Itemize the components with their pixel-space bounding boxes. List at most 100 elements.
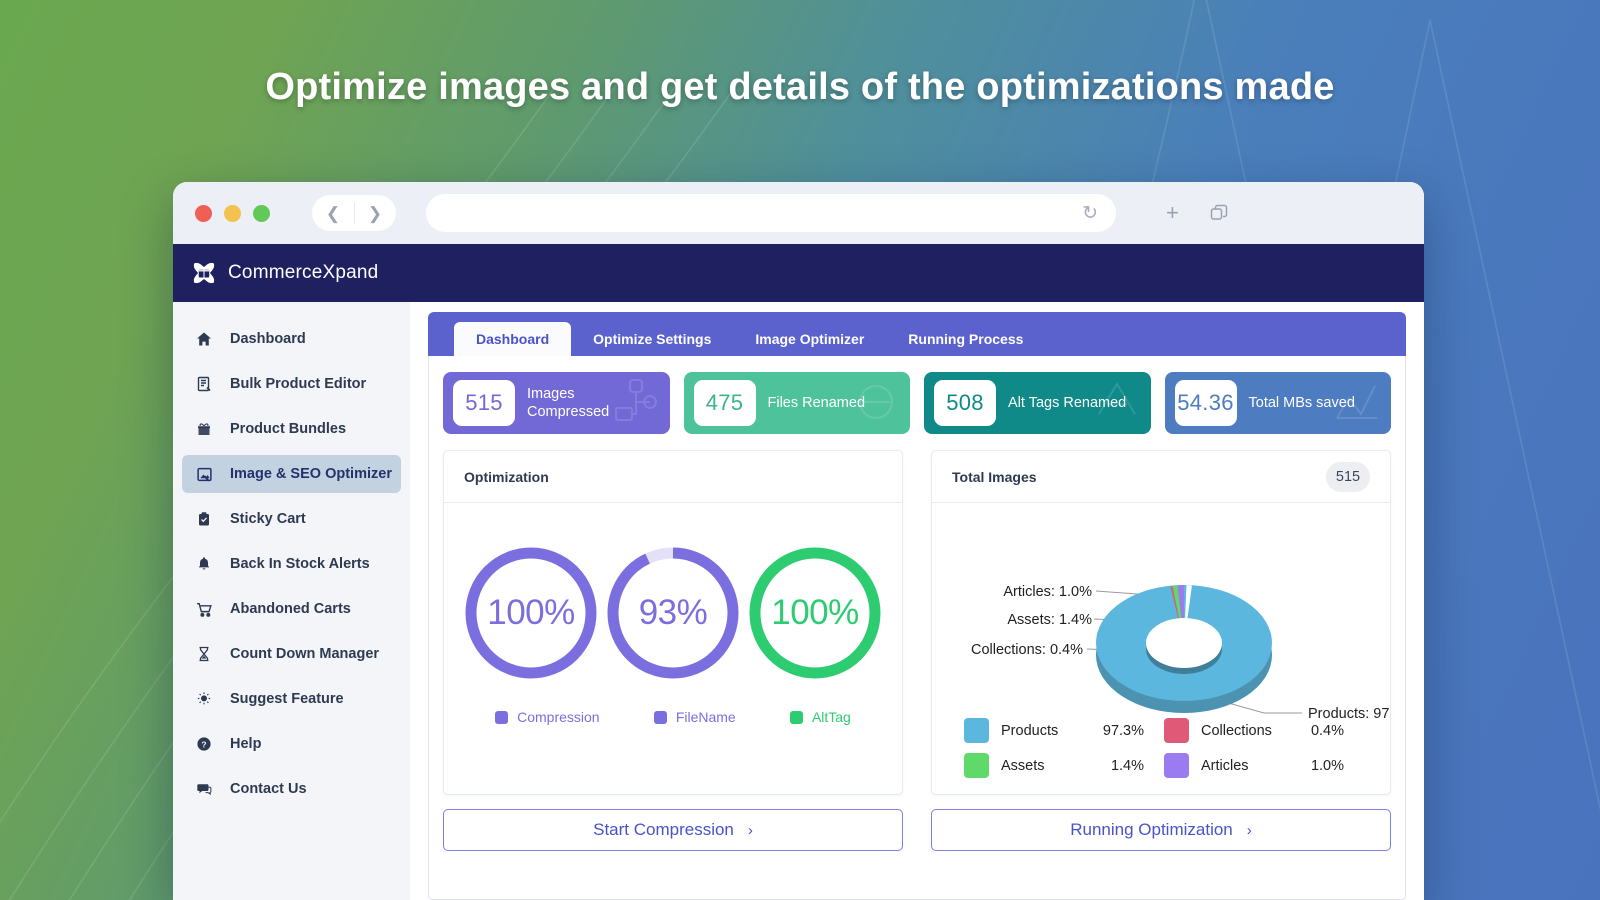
commercexpand-logo-icon: [193, 262, 215, 284]
tab-image-optimizer[interactable]: Image Optimizer: [733, 322, 886, 356]
stat-card-images-compressed: 515 Images Compressed: [443, 372, 670, 434]
sidebar-item-image-seo-optimizer[interactable]: Image & SEO Optimizer: [182, 455, 401, 493]
edit-document-icon: [194, 376, 214, 392]
address-bar[interactable]: ↻: [426, 194, 1116, 232]
legend-swatch: [789, 710, 803, 724]
window-controls: [195, 204, 270, 222]
legend-label: Products: [1001, 722, 1059, 739]
stat-value: 508: [934, 380, 996, 426]
main-content: Dashboard Optimize Settings Image Optimi…: [410, 302, 1424, 900]
stat-cards: 515 Images Compressed 475 Files Renamed …: [443, 372, 1391, 434]
tab-running-process[interactable]: Running Process: [886, 322, 1045, 356]
back-icon[interactable]: ❮: [312, 205, 354, 222]
contact-icon: [194, 781, 214, 797]
decorative-watermark-icon: [614, 379, 657, 421]
close-window-button[interactable]: [195, 204, 212, 222]
minimize-window-button[interactable]: [224, 204, 241, 222]
chevron-right-icon: ›: [1246, 821, 1252, 839]
stat-card-files-renamed: 475 Files Renamed: [683, 372, 910, 434]
dashboard-panel: 515 Images Compressed 475 Files Renamed …: [428, 356, 1415, 900]
running-optimization-label: Running Optimization: [1070, 820, 1233, 839]
home-icon: [194, 331, 214, 347]
sidebar-item-label: Sticky Cart: [230, 511, 306, 527]
sidebar-item-suggest-feature[interactable]: Suggest Feature: [182, 680, 401, 718]
sidebar-item-abandoned-carts[interactable]: Abandoned Carts: [182, 590, 401, 628]
optimization-card: Optimization 100% 93% 100% Compression F…: [443, 450, 903, 795]
gauge-value: 100%: [771, 593, 859, 632]
sidebar-item-bulk-product-editor[interactable]: Bulk Product Editor: [182, 365, 401, 403]
sidebar-item-help[interactable]: ? Help: [182, 725, 401, 763]
chevron-right-icon: ›: [747, 821, 753, 839]
tab-dashboard[interactable]: Dashboard: [454, 322, 572, 356]
sidebar-item-contact-us[interactable]: Contact Us: [182, 770, 401, 808]
gauge-compression: 100%: [463, 545, 599, 681]
optimization-legend: Compression FileName AltTag: [444, 681, 902, 725]
brand-logo[interactable]: CommerceXpand: [189, 258, 378, 288]
total-images-card-body: Articles: 1.0% Assets: 1.4% Collections:…: [932, 503, 1415, 794]
sidebar-item-label: Contact Us: [230, 781, 307, 797]
donut-chart-svg: Articles: 1.0% Assets: 1.4% Collections:…: [971, 584, 1415, 722]
sidebar-item-count-down-manager[interactable]: Count Down Manager: [182, 635, 401, 673]
legend-label: Compression: [517, 709, 600, 725]
new-tab-icon[interactable]: +: [1166, 202, 1179, 224]
annotation-collections: Collections: 0.4%: [971, 642, 1083, 658]
forward-icon[interactable]: ❯: [354, 205, 396, 222]
sidebar-item-label: Back In Stock Alerts: [230, 556, 370, 572]
tabs-overview-icon[interactable]: [1209, 203, 1229, 223]
gauge-value: 93%: [638, 593, 708, 632]
legend-value: 0.4%: [1310, 722, 1344, 739]
legend-label: Articles: [1201, 757, 1249, 774]
navigation-buttons: ❮ ❯: [312, 195, 396, 231]
hourglass-icon: [194, 646, 214, 662]
page-title: Optimize images and get details of the o…: [265, 66, 1335, 108]
sidebar-item-label: Abandoned Carts: [230, 601, 351, 617]
donut-legend: Products 97.3% Collections 0.4% Assets 1…: [932, 718, 1390, 778]
optimization-card-header: Optimization: [444, 451, 902, 503]
legend-value: 1.4%: [1110, 757, 1144, 774]
brand-name: CommerceXpand: [228, 262, 379, 283]
legend-item-alttag: AltTag: [789, 709, 851, 725]
sidebar-item-label: Suggest Feature: [230, 691, 344, 707]
sidebar-item-dashboard[interactable]: Dashboard: [182, 320, 401, 358]
sidebar-item-back-in-stock-alerts[interactable]: Back In Stock Alerts: [182, 545, 401, 583]
shopping-cart-icon: [194, 601, 214, 618]
annotation-assets: Assets: 1.4%: [1007, 612, 1092, 628]
legend-item-compression: Compression: [495, 709, 600, 725]
bell-icon: [194, 556, 214, 572]
app-body: Dashboard Bulk Product Editor Product Bu…: [173, 302, 1424, 900]
reload-icon[interactable]: ↻: [1082, 204, 1098, 223]
optimization-card-body: 100% 93% 100% Compression FileName AltTa…: [444, 503, 902, 794]
decorative-watermark-icon: [859, 385, 893, 419]
annotation-products: Products: 97.3%: [1308, 706, 1390, 718]
sticky-cart-icon: [194, 511, 214, 527]
stat-card-alt-tags-renamed: 508 Alt Tags Renamed: [924, 372, 1151, 434]
stat-value: 54.36: [1174, 380, 1237, 426]
tab-optimize-settings[interactable]: Optimize Settings: [571, 322, 733, 356]
sidebar-item-product-bundles[interactable]: Product Bundles: [182, 410, 401, 448]
gauge-alttag: 100%: [747, 545, 883, 681]
maximize-window-button[interactable]: [253, 204, 270, 222]
legend-swatch: [964, 718, 989, 743]
sidebar-item-label: Product Bundles: [230, 421, 347, 437]
legend-item-products: Products 97.3%: [964, 718, 1158, 743]
legend-value: 97.3%: [1102, 722, 1144, 739]
running-optimization-button[interactable]: Running Optimization ›: [931, 809, 1391, 851]
start-compression-button[interactable]: Start Compression ›: [443, 809, 903, 851]
sidebar-item-sticky-cart[interactable]: Sticky Cart: [182, 500, 401, 538]
svg-text:?: ?: [201, 739, 206, 749]
sidebar: Dashboard Bulk Product Editor Product Bu…: [173, 302, 410, 900]
legend-item-collections: Collections 0.4%: [1164, 718, 1358, 743]
lightbulb-icon: [194, 691, 214, 707]
stat-value: 515: [453, 380, 515, 426]
total-images-card: Total Images 515 Articles: 1.0% Assets: …: [931, 450, 1415, 795]
legend-item-assets: Assets 1.4%: [964, 753, 1158, 778]
sidebar-item-label: Dashboard: [230, 331, 306, 347]
total-images-card-header: Total Images 515: [932, 451, 1390, 503]
stat-card-total-mbs-saved: 54.36 Total MBs saved: [1164, 372, 1391, 434]
decorative-watermark-icon: [1097, 382, 1136, 415]
legend-item-articles: Articles 1.0%: [1164, 753, 1358, 778]
action-buttons: Start Compression › Running Optimization…: [443, 809, 1391, 851]
legend-item-filename: FileName: [653, 709, 736, 725]
browser-window: ❮ ❯ ↻ + CommerceXpand Dashboard Bulk Pro…: [173, 182, 1424, 900]
image-optimizer-icon: [194, 466, 214, 483]
